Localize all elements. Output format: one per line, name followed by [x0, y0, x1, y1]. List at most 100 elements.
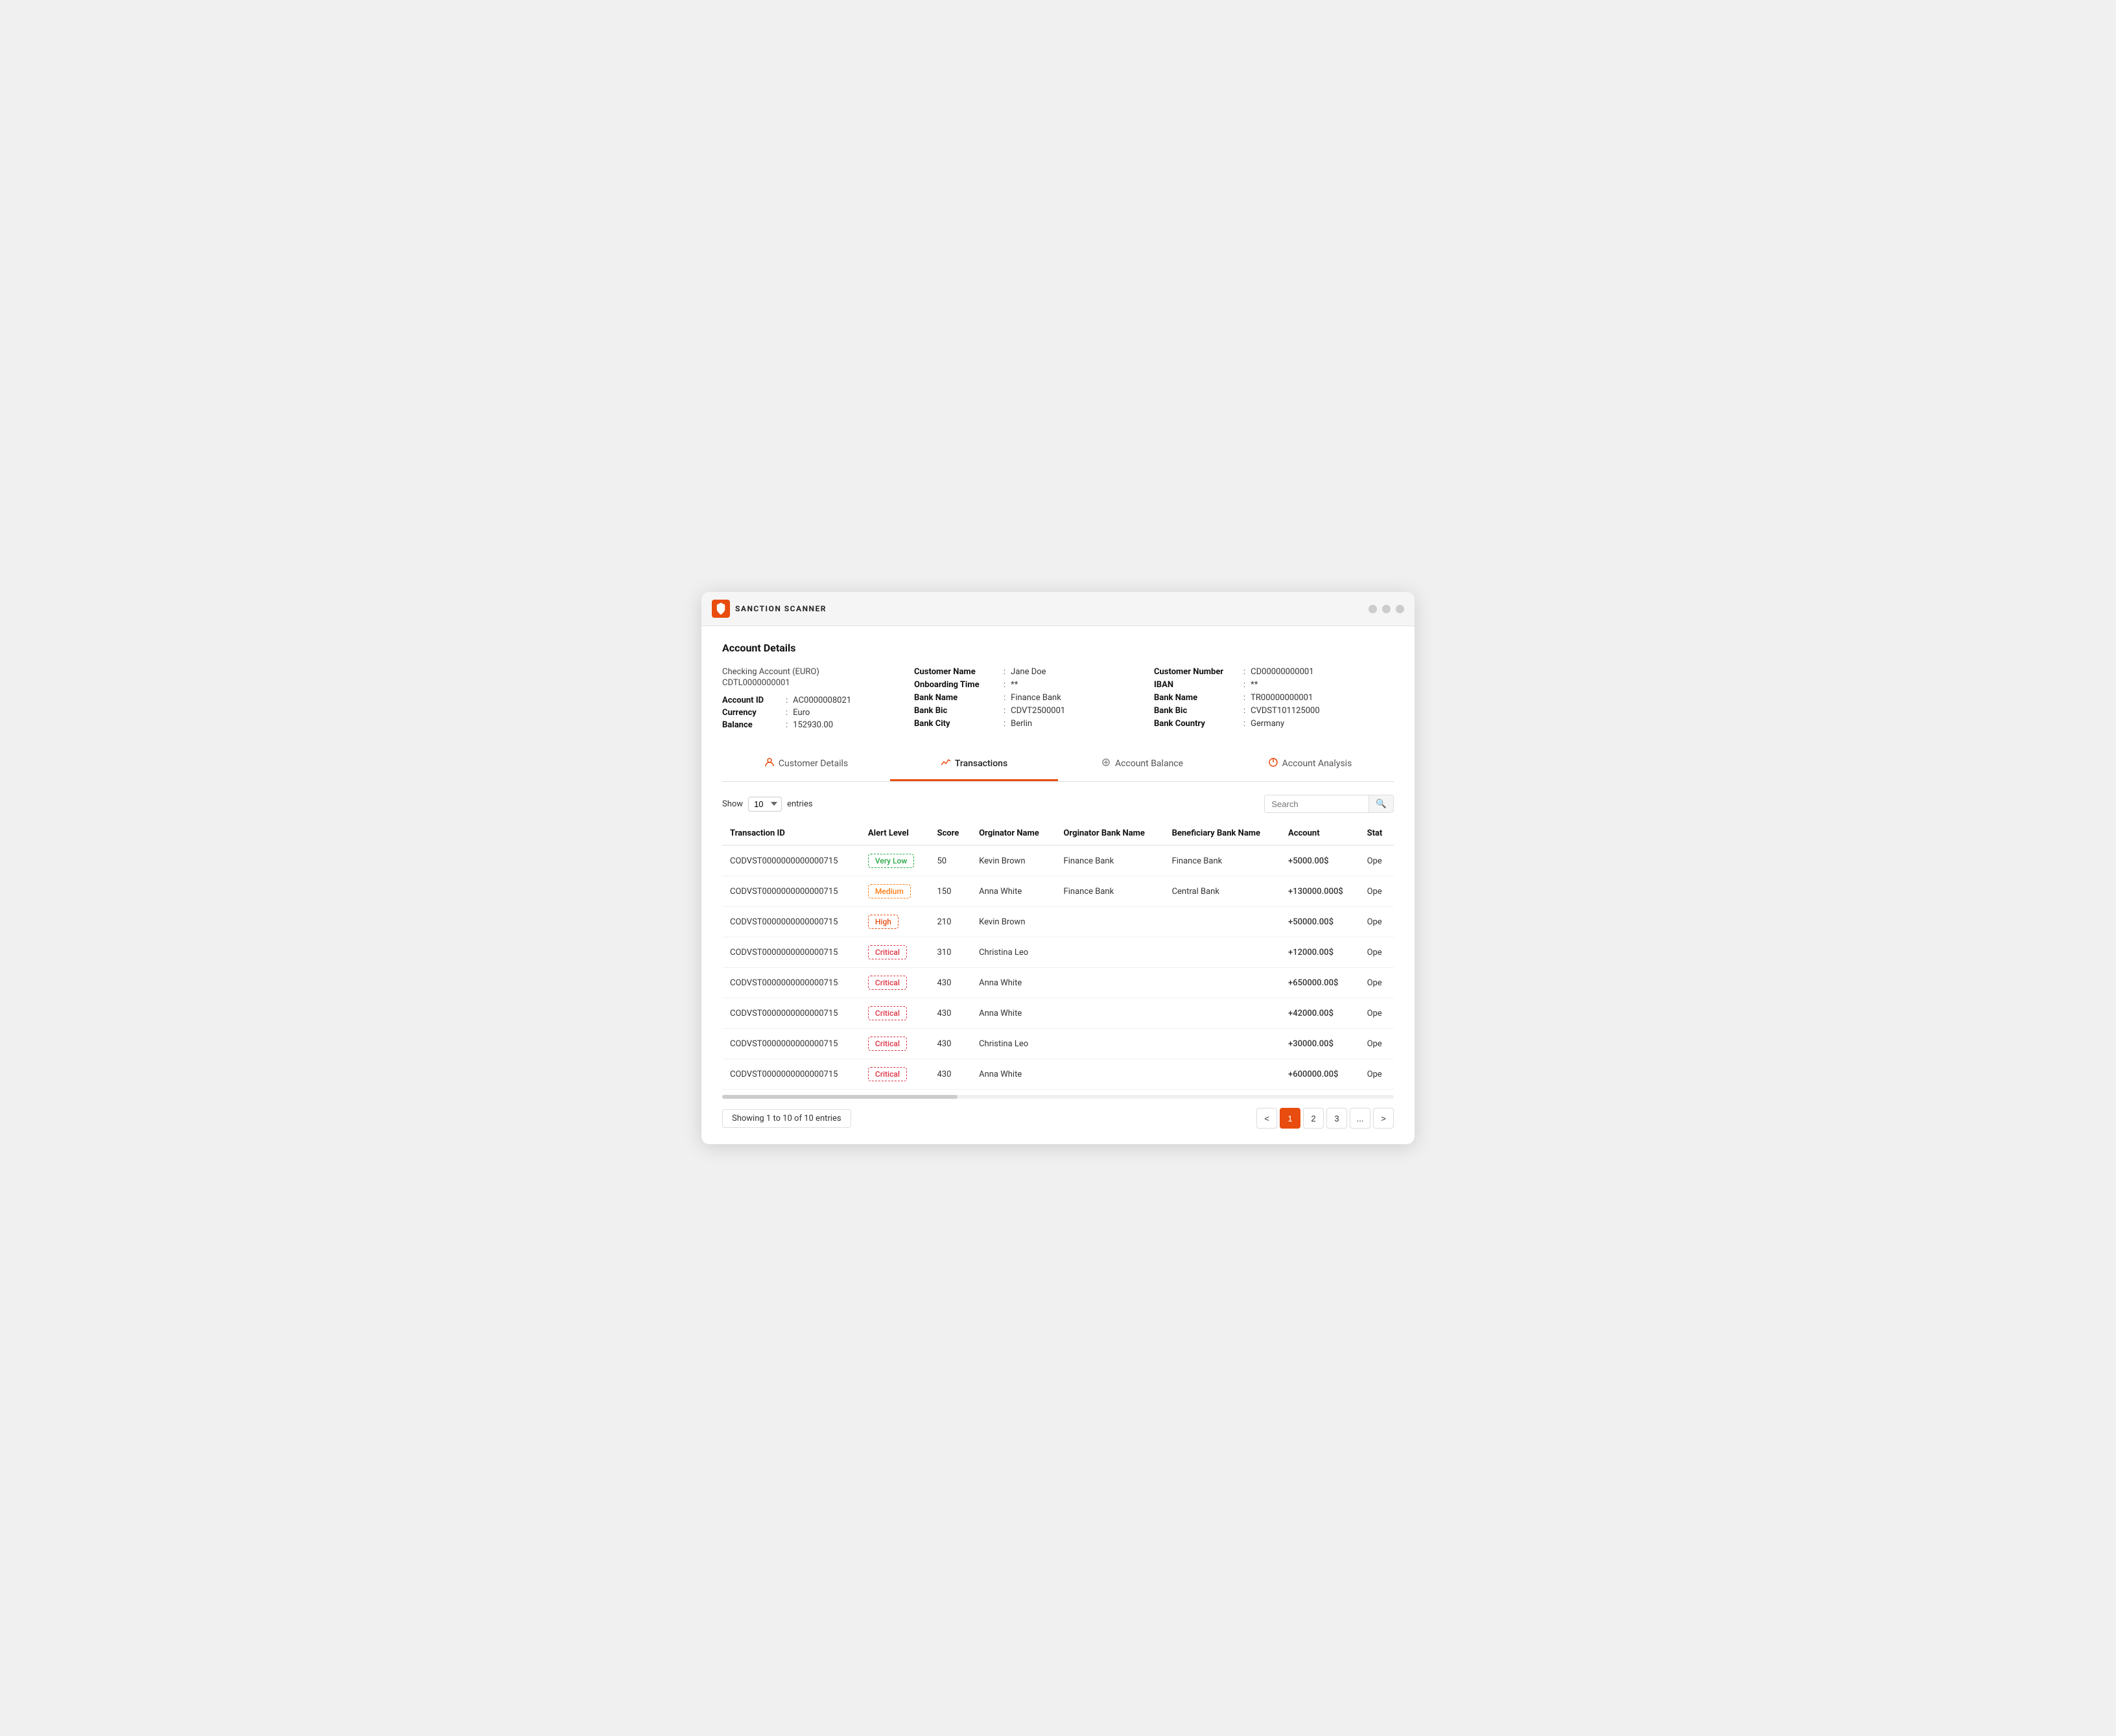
bank-name-left-label: Bank Name [914, 693, 998, 703]
search-icon: 🔍 [1376, 799, 1387, 808]
col-beneficiary-bank: Beneficiary Bank Name [1164, 822, 1280, 845]
tabs-bar: Customer Details Transactions [722, 748, 1394, 782]
cell-score: 50 [930, 845, 972, 876]
col-account: Account [1280, 822, 1359, 845]
table-row[interactable]: CODVST0000000000000715 Critical 430 Anna… [722, 1059, 1394, 1090]
table-header: Transaction ID Alert Level Score Orginat… [722, 822, 1394, 845]
cell-originator-name: Christina Leo [971, 937, 1055, 968]
search-button[interactable]: 🔍 [1369, 795, 1393, 812]
account-field-account-id: Account ID : AC0000008021 [722, 696, 914, 705]
table-row[interactable]: CODVST0000000000000715 Very Low 50 Kevin… [722, 845, 1394, 876]
window-controls [1369, 605, 1404, 613]
main-window: SANCTION SCANNER Account Details Checkin… [701, 592, 1415, 1144]
customer-name-label: Customer Name [914, 667, 998, 677]
table-row[interactable]: CODVST0000000000000715 Critical 310 Chri… [722, 937, 1394, 968]
cell-alert-level: Critical [860, 1029, 930, 1059]
balance-label: Balance [722, 720, 781, 730]
cell-account: +5000.00$ [1280, 845, 1359, 876]
cell-originator-bank: Finance Bank [1056, 876, 1164, 907]
search-input[interactable] [1265, 796, 1369, 812]
cell-status: Ope [1359, 845, 1394, 876]
tab-account-analysis[interactable]: Account Analysis [1226, 748, 1394, 781]
bank-name-left-value: Finance Bank [1011, 693, 1061, 703]
table-row[interactable]: CODVST0000000000000715 High 210 Kevin Br… [722, 907, 1394, 937]
page-2-button[interactable]: 2 [1303, 1108, 1324, 1129]
cell-account: +600000.00$ [1280, 1059, 1359, 1090]
cell-originator-name: Christina Leo [971, 1029, 1055, 1059]
entries-select[interactable]: 10 25 50 100 [748, 797, 782, 812]
table-row[interactable]: CODVST0000000000000715 Critical 430 Anna… [722, 998, 1394, 1029]
cell-originator-name: Kevin Brown [971, 845, 1055, 876]
table-row[interactable]: CODVST0000000000000715 Medium 150 Anna W… [722, 876, 1394, 907]
iban-value: ** [1251, 680, 1258, 690]
customer-left-col: Customer Name : Jane Doe Onboarding Time… [914, 667, 1154, 733]
cell-beneficiary-bank [1164, 907, 1280, 937]
cell-transaction-id: CODVST0000000000000715 [722, 907, 860, 937]
cell-account: +12000.00$ [1280, 937, 1359, 968]
account-balance-icon [1101, 757, 1111, 770]
alert-badge: Critical [868, 1067, 907, 1081]
account-field-balance: Balance : 152930.00 [722, 720, 914, 730]
customer-name-value: Jane Doe [1011, 667, 1046, 677]
cell-beneficiary-bank: Central Bank [1164, 876, 1280, 907]
cell-account: +30000.00$ [1280, 1029, 1359, 1059]
cell-originator-bank [1056, 998, 1164, 1029]
page-title: Account Details [722, 642, 1394, 654]
col-transaction-id: Transaction ID [722, 822, 860, 845]
account-primary-col: Checking Account (EURO) CDTL0000000001 A… [722, 667, 914, 733]
close-button[interactable] [1396, 605, 1404, 613]
bank-country-value: Germany [1251, 719, 1284, 729]
cell-score: 430 [930, 998, 972, 1029]
cell-score: 430 [930, 1059, 972, 1090]
prev-page-button[interactable]: < [1256, 1108, 1277, 1129]
cell-account: +50000.00$ [1280, 907, 1359, 937]
account-id-label: Account ID [722, 696, 781, 705]
search-box: 🔍 [1264, 795, 1394, 813]
customer-number-label: Customer Number [1154, 667, 1238, 677]
tab-customer-details[interactable]: Customer Details [722, 748, 890, 781]
bank-name-right-label: Bank Name [1154, 693, 1238, 703]
cell-alert-level: Critical [860, 1059, 930, 1090]
bank-bic-left-label: Bank Bic [914, 706, 998, 716]
tab-transactions-label: Transactions [955, 758, 1007, 769]
onboarding-label: Onboarding Time [914, 680, 998, 690]
cell-alert-level: Medium [860, 876, 930, 907]
alert-badge: Medium [868, 884, 911, 898]
show-label: Show [722, 799, 743, 809]
tab-account-balance[interactable]: Account Balance [1058, 748, 1226, 781]
cell-transaction-id: CODVST0000000000000715 [722, 937, 860, 968]
cell-beneficiary-bank [1164, 1029, 1280, 1059]
maximize-button[interactable] [1382, 605, 1391, 613]
cell-originator-bank [1056, 937, 1164, 968]
cell-alert-level: Critical [860, 998, 930, 1029]
titlebar: SANCTION SCANNER [701, 592, 1415, 626]
table-row[interactable]: CODVST0000000000000715 Critical 430 Anna… [722, 968, 1394, 998]
currency-value: Euro [793, 708, 810, 718]
cell-score: 430 [930, 1029, 972, 1059]
cell-status: Ope [1359, 1029, 1394, 1059]
bank-bic-right-value: CVDST101125000 [1251, 706, 1320, 716]
page-1-button[interactable]: 1 [1280, 1108, 1300, 1129]
cell-originator-bank [1056, 1029, 1164, 1059]
cell-status: Ope [1359, 1059, 1394, 1090]
cell-beneficiary-bank [1164, 937, 1280, 968]
table-row[interactable]: CODVST0000000000000715 Critical 430 Chri… [722, 1029, 1394, 1059]
bank-name-left-row: Bank Name : Finance Bank [914, 693, 1154, 703]
table-controls: Show 10 25 50 100 entries 🔍 [722, 795, 1394, 813]
alert-badge: Very Low [868, 854, 914, 868]
table-header-row: Transaction ID Alert Level Score Orginat… [722, 822, 1394, 845]
cell-transaction-id: CODVST0000000000000715 [722, 1059, 860, 1090]
cell-account: +42000.00$ [1280, 998, 1359, 1029]
customer-details-icon [764, 757, 775, 770]
bank-city-row: Bank City : Berlin [914, 719, 1154, 729]
cell-beneficiary-bank [1164, 998, 1280, 1029]
tab-transactions[interactable]: Transactions [890, 748, 1058, 781]
page-3-button[interactable]: 3 [1326, 1108, 1347, 1129]
scrollbar-thumb[interactable] [722, 1095, 958, 1099]
table-footer: Showing 1 to 10 of 10 entries < 1 2 3 ..… [722, 1108, 1394, 1129]
next-page-button[interactable]: > [1373, 1108, 1394, 1129]
minimize-button[interactable] [1369, 605, 1377, 613]
scrollbar-track [722, 1095, 1394, 1099]
cell-originator-bank [1056, 968, 1164, 998]
cell-score: 430 [930, 968, 972, 998]
